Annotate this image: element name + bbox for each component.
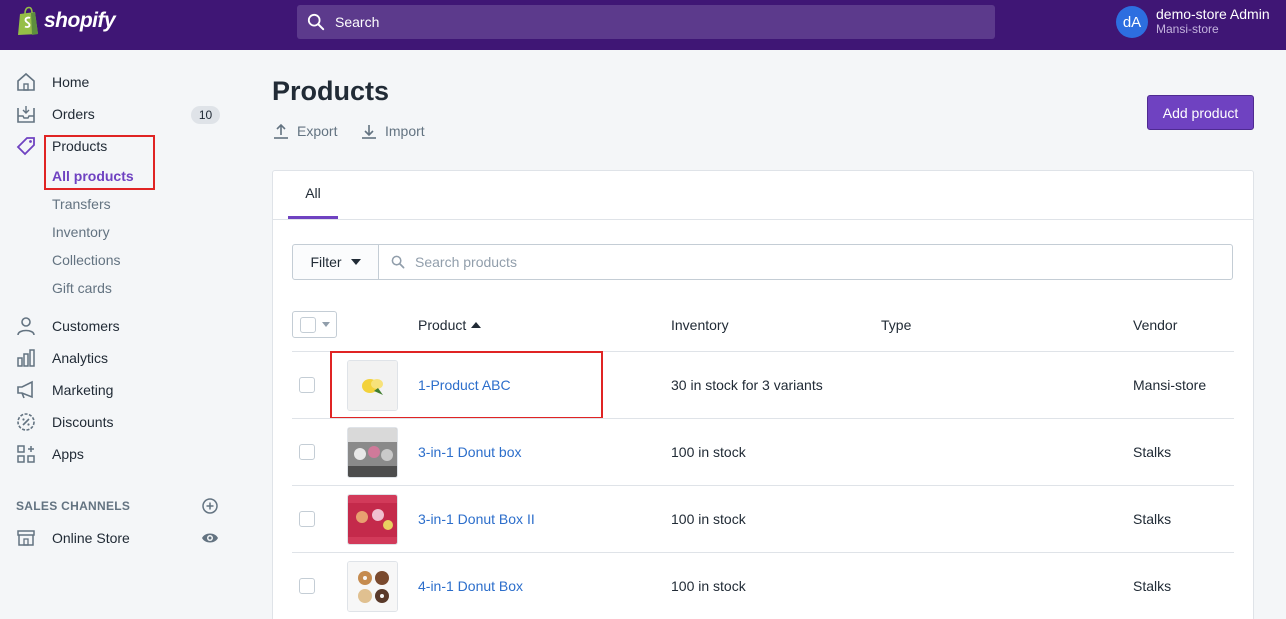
sidebar-item-label: Online Store (52, 530, 130, 546)
export-icon (274, 123, 288, 139)
row-checkbox[interactable] (299, 444, 315, 460)
sidebar-item-label: Apps (52, 446, 84, 462)
column-header-product[interactable]: Product (418, 317, 482, 333)
orders-icon (16, 104, 36, 124)
sidebar-subitem-gift-cards[interactable]: Gift cards (52, 280, 112, 296)
sidebar-subitem-transfers[interactable]: Transfers (52, 196, 111, 212)
customers-icon (16, 316, 36, 336)
product-link[interactable]: 3-in-1 Donut box (418, 444, 522, 460)
home-icon (16, 72, 36, 92)
megaphone-icon (16, 380, 36, 400)
eye-icon[interactable] (201, 531, 219, 545)
select-all-dropdown[interactable] (292, 311, 337, 338)
sidebar-item-label: Home (52, 74, 90, 90)
row-checkbox[interactable] (299, 377, 315, 393)
inventory-cell: 100 in stock (671, 578, 746, 594)
store-name: Mansi-store (1156, 22, 1219, 36)
add-sales-channel-icon[interactable] (202, 498, 218, 514)
user-name: demo-store Admin (1156, 6, 1270, 22)
row-checkbox[interactable] (299, 578, 315, 594)
row-divider (292, 552, 1234, 553)
search-icon (391, 255, 405, 269)
inventory-cell: 30 in stock for 3 variants (671, 377, 823, 393)
row-divider (292, 418, 1234, 419)
filter-label: Filter (310, 254, 342, 270)
sidebar-item-label: Discounts (52, 414, 114, 430)
top-bar: shopify Search dA demo-store Admin Mansi… (0, 0, 1286, 50)
search-icon (307, 13, 325, 31)
sidebar-subitem-inventory[interactable]: Inventory (52, 224, 110, 240)
tab-all[interactable]: All (288, 170, 338, 219)
caret-down-icon (350, 259, 361, 265)
column-header-vendor: Vendor (1133, 317, 1178, 333)
sidebar-item-label: Customers (52, 318, 120, 334)
brand-wordmark: shopify (44, 9, 116, 32)
inventory-cell: 100 in stock (671, 444, 746, 460)
row-divider (292, 485, 1234, 486)
vendor-cell: Stalks (1133, 511, 1172, 527)
page-title: Products (272, 76, 390, 106)
sidebar-subitem-collections[interactable]: Collections (52, 252, 120, 268)
avatar: dA (1116, 6, 1148, 38)
select-all-checkbox[interactable] (300, 316, 316, 333)
row-checkbox[interactable] (299, 511, 315, 527)
shopify-logo[interactable]: shopify (16, 6, 116, 36)
apps-icon (16, 444, 36, 464)
sidebar-item-discounts[interactable]: Discounts (16, 410, 113, 434)
sidebar-item-apps[interactable]: Apps (16, 442, 84, 466)
tag-icon (16, 136, 36, 156)
vendor-cell: Stalks (1133, 444, 1172, 460)
product-link[interactable]: 3-in-1 Donut Box II (418, 511, 535, 527)
product-thumbnail-donut-box[interactable] (347, 427, 398, 478)
user-menu[interactable]: dA demo-store Admin Mansi-store (1116, 6, 1270, 38)
sales-channels-heading: SALES CHANNELS (16, 499, 131, 513)
product-thumbnail-4-donut-box[interactable] (347, 561, 398, 612)
sidebar-item-label: Analytics (52, 350, 109, 366)
sidebar-item-customers[interactable]: Customers (16, 314, 120, 338)
global-search[interactable]: Search (297, 5, 995, 39)
store-icon (16, 528, 36, 548)
discount-icon (16, 412, 36, 432)
search-products-placeholder: Search products (415, 254, 517, 270)
analytics-icon (16, 348, 36, 368)
orders-count-badge: 10 (191, 106, 220, 124)
sidebar-item-home[interactable]: Home (16, 70, 89, 94)
sidebar-item-label: Marketing (52, 382, 114, 398)
import-icon (362, 125, 376, 139)
sidebar-item-analytics[interactable]: Analytics (16, 346, 108, 370)
sort-ascending-icon (471, 322, 482, 328)
column-header-label: Product (418, 317, 467, 333)
import-button[interactable]: Import (361, 123, 425, 139)
caret-down-icon (322, 322, 330, 327)
sidebar-item-orders[interactable]: Orders (16, 102, 95, 126)
filter-button[interactable]: Filter (292, 244, 379, 280)
tab-divider (272, 219, 1254, 220)
vendor-cell: Mansi-store (1133, 377, 1207, 393)
sidebar-item-label: Orders (52, 106, 95, 122)
export-button[interactable]: Export (273, 123, 337, 139)
import-label: Import (385, 123, 425, 139)
shopify-bag-icon (18, 6, 38, 35)
product-thumbnail-donut-box-ii[interactable] (347, 494, 398, 545)
sidebar-item-online-store[interactable]: Online Store (16, 526, 130, 550)
global-search-placeholder: Search (335, 14, 380, 30)
export-label: Export (297, 123, 338, 139)
sidebar-item-marketing[interactable]: Marketing (16, 378, 113, 402)
highlight-box-products-nav (44, 135, 155, 190)
inventory-cell: 100 in stock (671, 511, 746, 527)
column-header-inventory: Inventory (671, 317, 729, 333)
add-product-button[interactable]: Add product (1147, 95, 1254, 130)
highlight-box-first-product (330, 351, 603, 419)
search-products-input[interactable]: Search products (378, 244, 1233, 280)
vendor-cell: Stalks (1133, 578, 1172, 594)
product-link[interactable]: 4-in-1 Donut Box (418, 578, 523, 594)
column-header-type: Type (881, 317, 912, 333)
